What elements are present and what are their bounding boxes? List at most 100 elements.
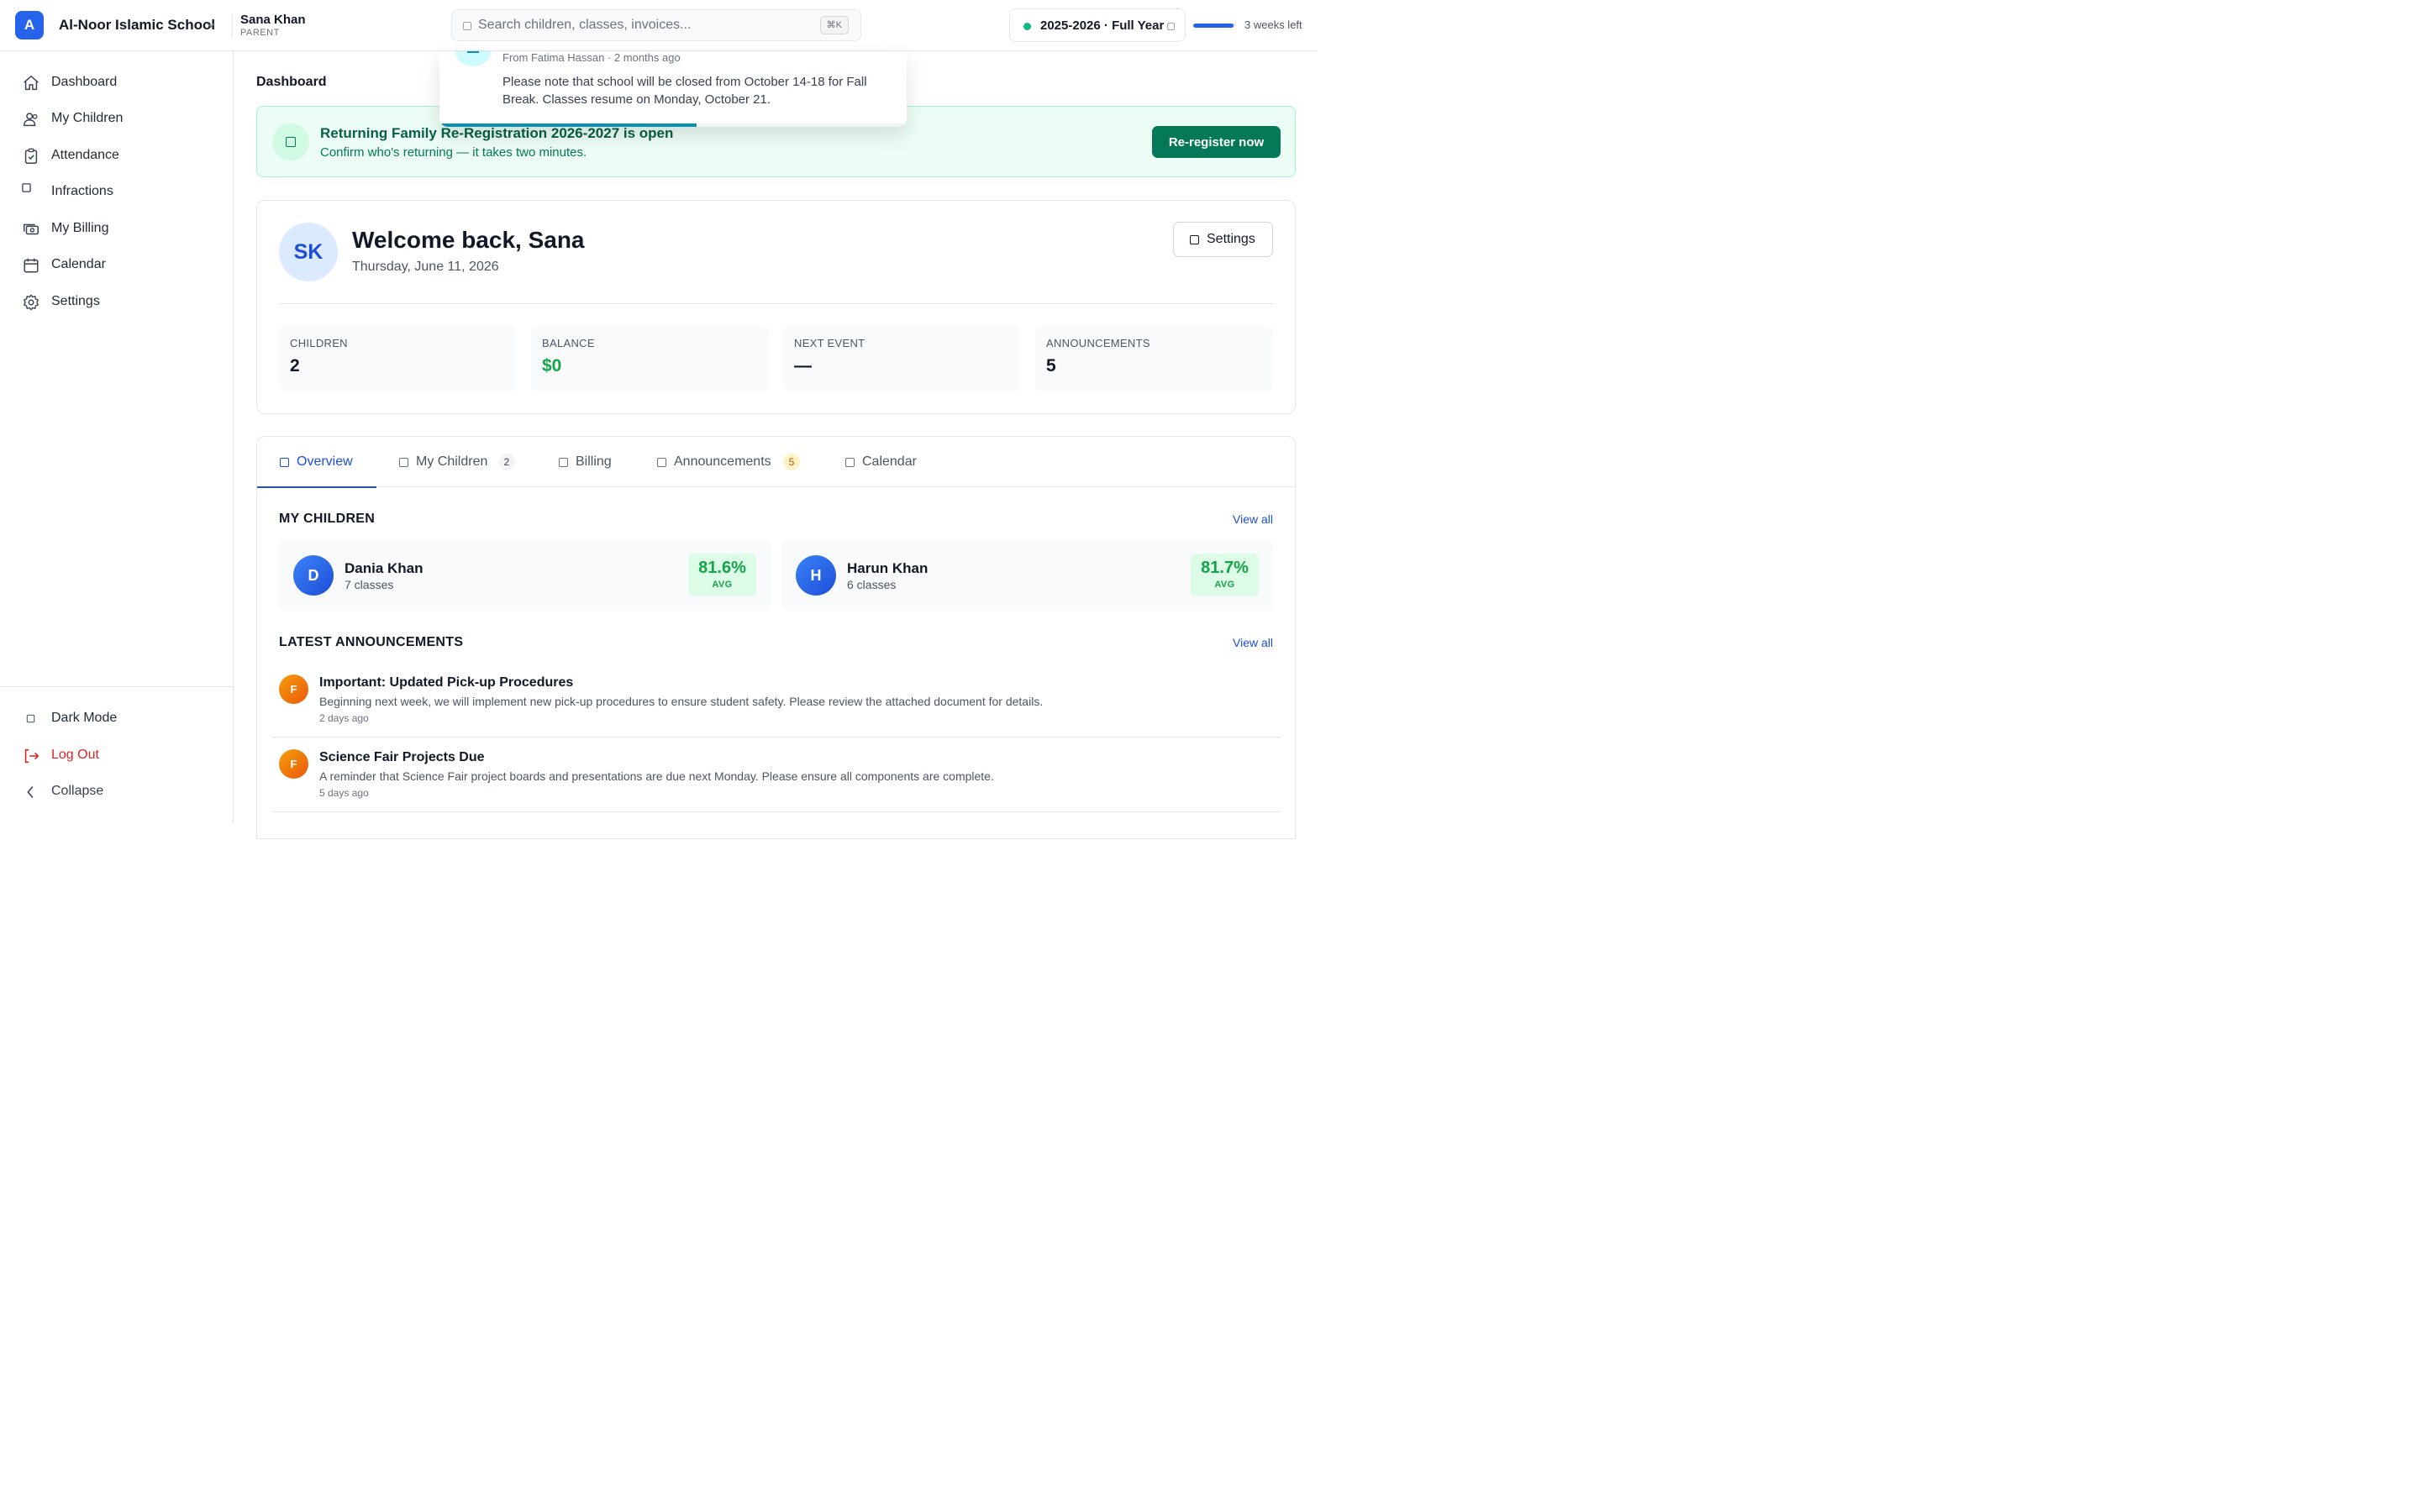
toast-timer-fill (439, 123, 697, 127)
avatar: F (279, 749, 308, 779)
stat-label: BALANCE (542, 337, 595, 349)
avatar: F (279, 675, 308, 704)
settings-button-label: Settings (1207, 232, 1255, 246)
announcement-title: Science Fair Projects Due (319, 750, 485, 764)
tab-label: Announcements (674, 454, 771, 469)
sidebar: Dashboard My Children Attendance Infract… (0, 51, 234, 823)
avatar: D (293, 555, 334, 596)
tab-billing[interactable]: Billing (536, 437, 625, 487)
settings-button[interactable]: Settings (1173, 222, 1273, 257)
stat-value: 2 (290, 356, 300, 375)
tab-count-badge: 2 (498, 454, 515, 470)
sidebar-item-label: My Billing (51, 221, 109, 235)
sidebar-item-my-billing[interactable]: My Billing (15, 212, 218, 245)
sidebar-item-settings[interactable]: Settings (15, 285, 218, 318)
view-all-announcements-link[interactable]: View all (1233, 636, 1273, 649)
tab-my-children[interactable]: My Children 2 (376, 437, 528, 487)
sidebar-item-attendance[interactable]: Attendance (15, 139, 218, 172)
tab-label: Overview (297, 454, 353, 469)
tab-count-badge: 5 (783, 454, 800, 470)
divider (279, 303, 1273, 304)
sidebar-item-label: Dashboard (51, 75, 118, 89)
log-out-button[interactable]: Log Out (15, 738, 218, 772)
moon-icon (26, 714, 35, 723)
banner-title: Returning Family Re-Registration 2026-20… (320, 125, 674, 141)
announcement-time: 2 days ago (319, 712, 369, 724)
term-progress-bar (1193, 24, 1235, 28)
stat-card-children: CHILDREN 2 (279, 326, 517, 391)
user-role: PARENT (240, 28, 280, 38)
tab-calendar[interactable]: Calendar (823, 437, 923, 487)
main-content: Dashboard Returning Family Re-Registrati… (234, 51, 1318, 839)
stat-value: — (794, 356, 812, 375)
collapse-sidebar-button[interactable]: Collapse (15, 774, 218, 808)
school-year-label: 2025-2026 · Full Year (1040, 18, 1165, 33)
status-dot-icon (1023, 23, 1031, 30)
sidebar-item-label: Calendar (51, 257, 106, 271)
view-all-children-link[interactable]: View all (1233, 512, 1273, 526)
sidebar-item-calendar[interactable]: Calendar (15, 248, 218, 281)
stat-value: 5 (1046, 356, 1056, 375)
dark-mode-label: Dark Mode (51, 711, 118, 725)
toast-avatar (455, 51, 492, 66)
average-badge: 81.6% AVG (688, 554, 756, 596)
child-classes: 7 classes (345, 578, 394, 591)
average-label: AVG (1214, 580, 1235, 590)
clipboard-check-icon (24, 148, 38, 164)
stat-card-announcements: ANNOUNCEMENTS 5 (1035, 326, 1273, 391)
collapse-label: Collapse (51, 784, 104, 798)
re-register-button[interactable]: Re-register now (1152, 126, 1281, 158)
list-item[interactable]: F Important: Updated Pick-up Procedures … (272, 663, 1281, 738)
switch-year-icon[interactable] (1167, 23, 1175, 30)
school-switcher-label[interactable]: Al-Noor Islamic School (59, 17, 215, 34)
stat-label: ANNOUNCEMENTS (1046, 337, 1150, 349)
calendar-icon (845, 458, 855, 467)
dashboard-tabs-panel: Overview My Children 2 Billing Announcem… (256, 436, 1296, 839)
megaphone-icon (467, 51, 479, 53)
current-date: Thursday, June 11, 2026 (352, 260, 499, 274)
section-title-my-children: MY CHILDREN (279, 512, 376, 526)
dark-mode-toggle[interactable]: Dark Mode (15, 701, 218, 735)
school-logo[interactable]: A (15, 11, 44, 39)
search-bar[interactable]: ⌘K (451, 9, 861, 41)
billing-icon (559, 458, 568, 467)
average-value: 81.7% (1201, 559, 1249, 577)
school-year-selector[interactable]: 2025-2026 · Full Year (1009, 8, 1186, 42)
announcements-icon (657, 458, 666, 467)
divider (0, 686, 233, 687)
announcement-toast[interactable]: From Fatima Hassan · 2 months ago Please… (439, 51, 907, 127)
tab-announcements[interactable]: Announcements 5 (634, 437, 811, 487)
tab-overview[interactable]: Overview (257, 437, 376, 488)
tab-bar: Overview My Children 2 Billing Announcem… (257, 437, 1295, 488)
toast-meta: From Fatima Hassan · 2 months ago (502, 51, 681, 64)
avatar: H (796, 555, 836, 596)
chevron-down-icon[interactable] (206, 20, 216, 30)
weeks-left-label: 3 weeks left (1244, 18, 1302, 31)
toast-body: Please note that school will be closed f… (502, 75, 867, 107)
sidebar-item-infractions[interactable]: Infractions (15, 175, 218, 208)
stat-card-balance: BALANCE $0 (531, 326, 769, 391)
breadcrumb: Dashboard (256, 75, 327, 89)
calendar-icon (24, 258, 39, 273)
search-icon (463, 22, 471, 30)
child-card-dania[interactable]: D Dania Khan 7 classes 81.6% AVG (279, 539, 771, 611)
avatar[interactable]: SK (279, 223, 338, 281)
banner-icon-circle (272, 123, 309, 160)
average-badge: 81.7% AVG (1191, 554, 1259, 596)
user-name: Sana Khan (240, 13, 306, 27)
term-progress-fill (1193, 24, 1234, 28)
chevron-left-icon (27, 786, 34, 798)
square-icon (22, 183, 31, 192)
toast-timer-bar (439, 123, 907, 127)
list-item[interactable]: F Science Fair Projects Due A reminder t… (272, 738, 1281, 812)
announcement-body: Beginning next week, we will implement n… (319, 695, 1044, 708)
page-title: Welcome back, Sana (352, 227, 585, 253)
overview-icon (280, 458, 289, 467)
search-input[interactable] (478, 10, 814, 40)
sidebar-item-dashboard[interactable]: Dashboard (15, 66, 218, 99)
announcement-title: Important: Updated Pick-up Procedures (319, 675, 574, 690)
child-card-harun[interactable]: H Harun Khan 6 classes 81.7% AVG (781, 539, 1273, 611)
sidebar-item-my-children[interactable]: My Children (15, 102, 218, 135)
child-name: Harun Khan (847, 560, 929, 576)
child-classes: 6 classes (847, 578, 897, 591)
